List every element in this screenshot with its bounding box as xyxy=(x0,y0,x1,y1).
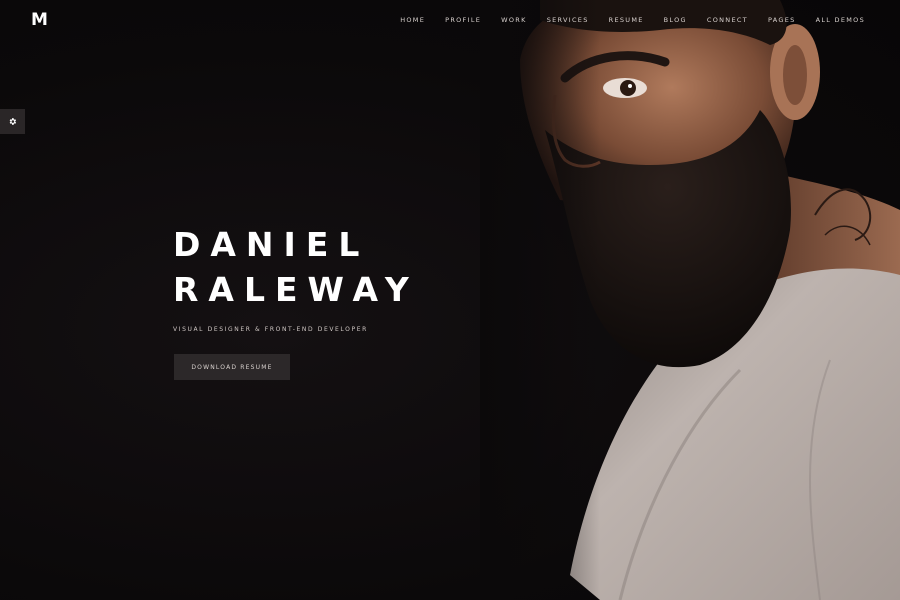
nav-item-home[interactable]: HOME xyxy=(400,16,425,24)
nav-item-connect[interactable]: CONNECT xyxy=(707,16,748,24)
download-resume-button[interactable]: DOWNLOAD RESUME xyxy=(174,354,290,380)
gear-icon xyxy=(9,118,17,125)
hero-text-block: DANIEL RALEWAY VISUAL DESIGNER & FRONT-E… xyxy=(173,222,419,333)
nav-item-pages[interactable]: PAGES xyxy=(768,16,796,24)
hero-page: M HOME PROFILE WORK SERVICES RESUME BLOG… xyxy=(0,0,900,600)
site-logo[interactable]: M xyxy=(31,10,48,30)
main-nav: HOME PROFILE WORK SERVICES RESUME BLOG C… xyxy=(380,16,865,24)
portrait-photo xyxy=(480,0,900,600)
hero-subtitle: VISUAL DESIGNER & FRONT-END DEVELOPER xyxy=(173,326,368,333)
hero-name: DANIEL RALEWAY xyxy=(173,222,419,312)
settings-toggle-button[interactable] xyxy=(0,109,25,134)
nav-item-work[interactable]: WORK xyxy=(501,16,527,24)
nav-item-all-demos[interactable]: ALL DEMOS xyxy=(816,16,865,24)
nav-item-resume[interactable]: RESUME xyxy=(609,16,644,24)
hero-first-name: DANIEL xyxy=(173,225,370,264)
hero-last-name: RALEWAY xyxy=(173,270,419,309)
nav-item-profile[interactable]: PROFILE xyxy=(445,16,481,24)
nav-item-services[interactable]: SERVICES xyxy=(547,16,589,24)
nav-item-blog[interactable]: BLOG xyxy=(664,16,687,24)
